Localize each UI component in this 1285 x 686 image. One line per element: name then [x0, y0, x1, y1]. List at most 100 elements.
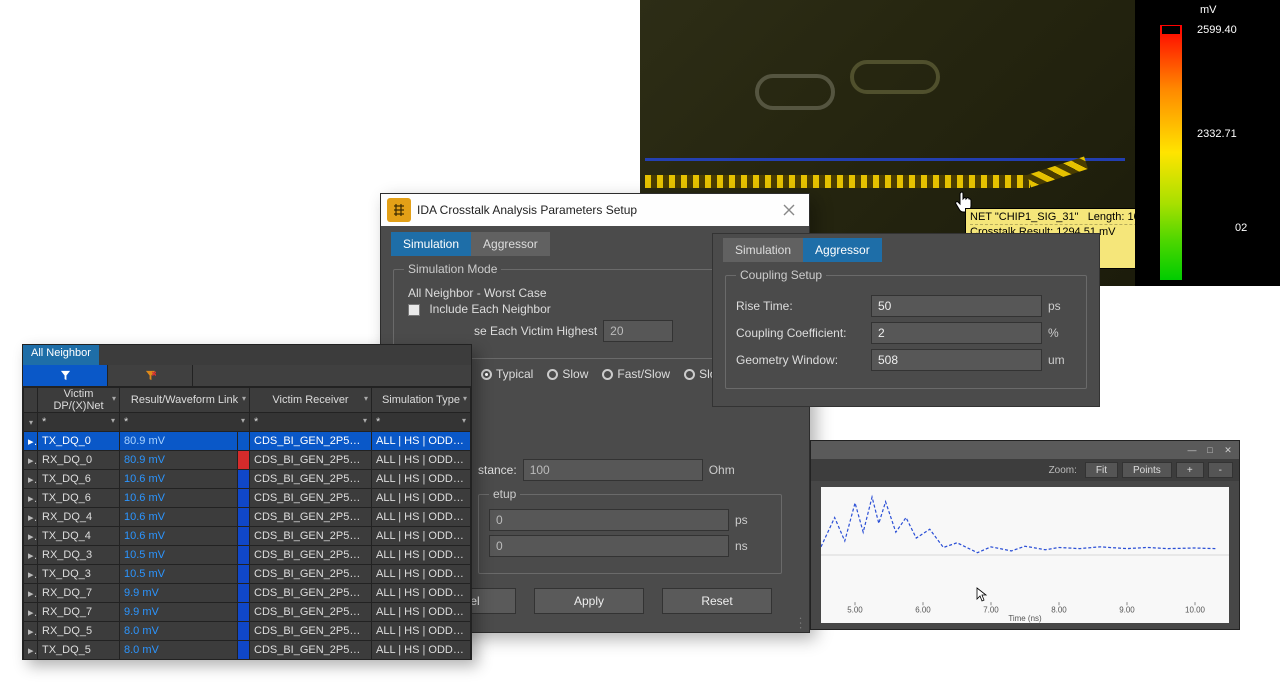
table-row[interactable]: ▸TX_DQ_610.6 mVCDS_BI_GEN_2P5V_10_1...AL…: [24, 489, 471, 508]
expand-toggle[interactable]: ▸: [24, 565, 38, 584]
coupling-coef-input[interactable]: [871, 322, 1042, 344]
filter-cell[interactable]: *▾: [120, 413, 250, 432]
receiver-cell: CDS_BI_GEN_2P5V_10_1...: [250, 603, 372, 622]
expand-toggle[interactable]: ▸: [24, 470, 38, 489]
receiver-cell: CDS_BI_GEN_2P5V_10_1...: [250, 565, 372, 584]
table-row[interactable]: ▸RX_DQ_79.9 mVCDS_BI_GEN_2P5V_10_1...ALL…: [24, 603, 471, 622]
severity-color-swatch: [238, 603, 250, 622]
results-panel: All Neighbor Victim DP/(X)Net▾ Result/Wa…: [22, 344, 472, 660]
expand-toggle[interactable]: ▸: [24, 508, 38, 527]
result-link[interactable]: 8.0 mV: [120, 641, 238, 660]
result-link[interactable]: 10.5 mV: [120, 546, 238, 565]
expand-toggle[interactable]: ▸: [24, 584, 38, 603]
clear-filter-button[interactable]: [108, 365, 193, 386]
filter-cell[interactable]: *▾: [372, 413, 471, 432]
simtype-cell: ALL | HS | ODD | TYP: [372, 451, 471, 470]
reset-button[interactable]: Reset: [662, 588, 772, 614]
maximize-icon[interactable]: □: [1203, 445, 1217, 455]
dialog-titlebar[interactable]: IDA Crosstalk Analysis Parameters Setup: [381, 194, 809, 226]
typical-radio[interactable]: Typical: [481, 367, 533, 381]
include-each-checkbox[interactable]: [408, 304, 420, 316]
tab-simulation[interactable]: Simulation: [391, 232, 471, 256]
close-button[interactable]: [769, 194, 809, 226]
victim-cell: TX_DQ_3: [38, 565, 120, 584]
zoom-in-button[interactable]: +: [1176, 462, 1204, 478]
aggressor-panel: Simulation Aggressor Coupling Setup Rise…: [712, 233, 1100, 407]
table-row[interactable]: ▸TX_DQ_610.6 mVCDS_BI_GEN_2P5V_10_1...AL…: [24, 470, 471, 489]
rise-time-input[interactable]: [871, 295, 1042, 317]
timing-a-input[interactable]: [489, 509, 729, 531]
receiver-col-header[interactable]: Victim Receiver▾: [250, 388, 372, 413]
geometry-window-input[interactable]: [871, 349, 1042, 371]
receiver-cell: CDS_BI_GEN_2P5V_10_1...: [250, 584, 372, 603]
simulation-mode-legend: Simulation Mode: [404, 262, 501, 276]
result-link[interactable]: 10.5 mV: [120, 565, 238, 584]
expand-toggle[interactable]: ▸: [24, 546, 38, 565]
table-row[interactable]: ▸RX_DQ_080.9 mVCDS_BI_GEN_2P5V_10_1...AL…: [24, 451, 471, 470]
zoom-points-button[interactable]: Points: [1122, 462, 1172, 478]
expand-toggle[interactable]: ▸: [24, 622, 38, 641]
results-table[interactable]: Victim DP/(X)Net▾ Result/Waveform Link▾ …: [23, 387, 471, 660]
filter-cell[interactable]: ▾: [24, 413, 38, 432]
timing-b-input[interactable]: [489, 535, 729, 557]
svg-text:8.00: 8.00: [1051, 605, 1067, 614]
choose-highest-input[interactable]: [603, 320, 673, 342]
table-row[interactable]: ▸TX_DQ_58.0 mVCDS_BI_GEN_2P5V_10_1...ALL…: [24, 641, 471, 660]
expand-toggle[interactable]: ▸: [24, 489, 38, 508]
waveform-plot[interactable]: 5.006.007.008.009.0010.00 Time (ns): [821, 487, 1229, 623]
result-link[interactable]: 10.6 mV: [120, 508, 238, 527]
results-tab-all-neighbor[interactable]: All Neighbor: [23, 345, 99, 365]
result-link[interactable]: 10.6 mV: [120, 470, 238, 489]
severity-color-swatch: [238, 470, 250, 489]
expand-col-header[interactable]: [24, 388, 38, 413]
waveform-window: — □ ✕ Zoom: Fit Points + - 5.006.007.008…: [810, 440, 1240, 630]
simtype-col-header[interactable]: Simulation Type▾: [372, 388, 471, 413]
table-row[interactable]: ▸RX_DQ_410.6 mVCDS_BI_GEN_2P5V_10_1...AL…: [24, 508, 471, 527]
victim-cell: TX_DQ_4: [38, 527, 120, 546]
tab-simulation[interactable]: Simulation: [723, 238, 803, 262]
resize-grip-icon[interactable]: ⋰: [794, 616, 809, 631]
filter-button[interactable]: [23, 365, 108, 386]
coupling-coef-unit: %: [1048, 326, 1076, 340]
waveform-titlebar[interactable]: — □ ✕: [811, 441, 1239, 459]
expand-toggle[interactable]: ▸: [24, 451, 38, 470]
result-link[interactable]: 9.9 mV: [120, 584, 238, 603]
slow-radio[interactable]: Slow: [547, 367, 588, 381]
legend-low-value: 02: [1235, 222, 1247, 234]
result-link[interactable]: 9.9 mV: [120, 603, 238, 622]
table-row[interactable]: ▸TX_DQ_080.9 mVCDS_BI_GEN_2P5V_10_1...AL…: [24, 432, 471, 451]
impedance-input[interactable]: [523, 459, 703, 481]
expand-toggle[interactable]: ▸: [24, 603, 38, 622]
result-link[interactable]: 10.6 mV: [120, 527, 238, 546]
filter-cell[interactable]: *▾: [38, 413, 120, 432]
result-link[interactable]: 8.0 mV: [120, 622, 238, 641]
result-link[interactable]: 80.9 mV: [120, 451, 238, 470]
close-icon[interactable]: ✕: [1221, 445, 1235, 456]
result-link[interactable]: 80.9 mV: [120, 432, 238, 451]
victim-cell: RX_DQ_3: [38, 546, 120, 565]
victim-cell: RX_DQ_5: [38, 622, 120, 641]
result-link[interactable]: 10.6 mV: [120, 489, 238, 508]
fast-slow-radio[interactable]: Fast/Slow: [602, 367, 670, 381]
table-row[interactable]: ▸RX_DQ_79.9 mVCDS_BI_GEN_2P5V_10_1...ALL…: [24, 584, 471, 603]
funnel-clear-icon: [145, 370, 156, 381]
tooltip-length-label: Length:: [1088, 211, 1125, 223]
tab-aggressor[interactable]: Aggressor: [471, 232, 550, 256]
expand-toggle[interactable]: ▸: [24, 527, 38, 546]
apply-button[interactable]: Apply: [534, 588, 644, 614]
filter-cell[interactable]: *▾: [250, 413, 372, 432]
victim-col-header[interactable]: Victim DP/(X)Net▾: [38, 388, 120, 413]
table-row[interactable]: ▸RX_DQ_58.0 mVCDS_BI_GEN_2P5V_10_1...ALL…: [24, 622, 471, 641]
expand-toggle[interactable]: ▸: [24, 432, 38, 451]
zoom-fit-button[interactable]: Fit: [1085, 462, 1118, 478]
table-row[interactable]: ▸TX_DQ_410.6 mVCDS_BI_GEN_2P5V_10_1...AL…: [24, 527, 471, 546]
table-row[interactable]: ▸RX_DQ_310.5 mVCDS_BI_GEN_2P5V_10_1...AL…: [24, 546, 471, 565]
victim-cell: TX_DQ_0: [38, 432, 120, 451]
tab-aggressor[interactable]: Aggressor: [803, 238, 882, 262]
minimize-icon[interactable]: —: [1185, 445, 1199, 455]
table-row[interactable]: ▸TX_DQ_310.5 mVCDS_BI_GEN_2P5V_10_1...AL…: [24, 565, 471, 584]
result-col-header[interactable]: Result/Waveform Link▾: [120, 388, 250, 413]
timing-b-unit: ns: [735, 539, 771, 553]
zoom-out-button[interactable]: -: [1208, 462, 1233, 478]
expand-toggle[interactable]: ▸: [24, 641, 38, 660]
